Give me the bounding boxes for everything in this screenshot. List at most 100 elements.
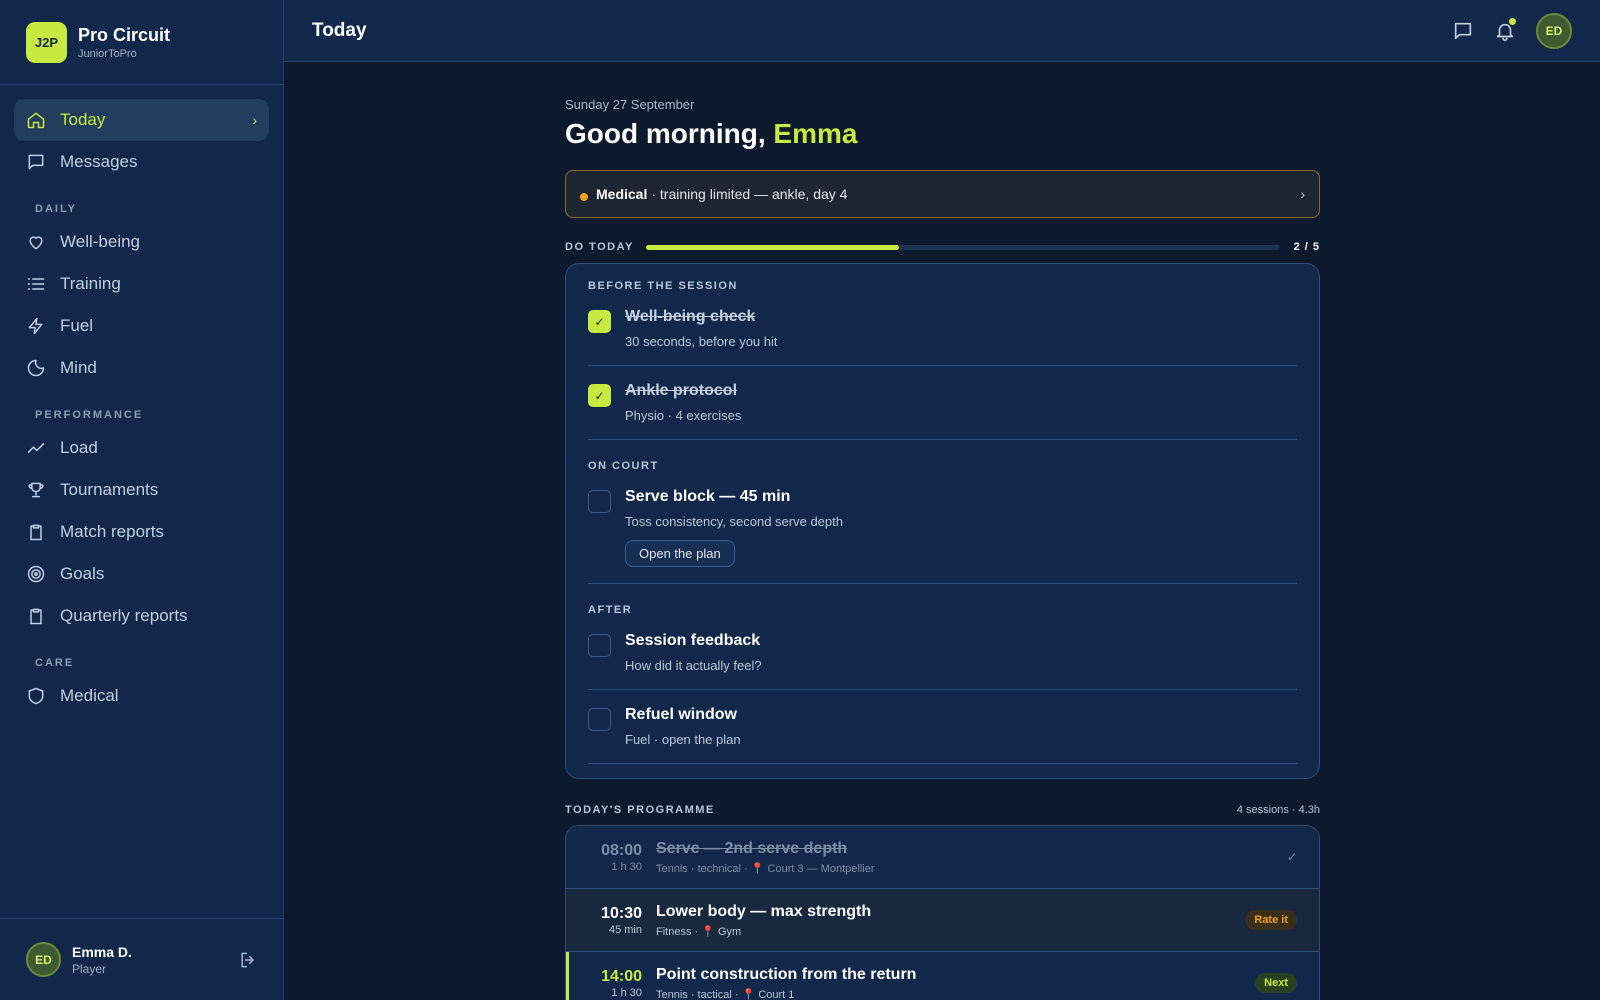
user-name: Emma D. [72,943,132,960]
top-avatar[interactable]: ED [1536,12,1572,49]
task-subtitle: Fuel · open the plan [625,732,741,747]
bell-icon[interactable] [1494,17,1516,42]
session-row[interactable]: 10:30 45 min Lower body — max strength F… [566,889,1319,952]
section-label-performance: PERFORMANCE [35,409,144,421]
sidebar: J2P Pro Circuit JuniorToPro Today › Mess… [0,0,284,1000]
open-plan-button[interactable]: Open the plan [625,540,735,567]
task-ankle-protocol[interactable]: ✓ Ankle protocol Physio · 4 exercises [588,382,1297,440]
list-icon [26,274,46,294]
task-subtitle: How did it actually feel? [625,658,762,673]
sidebar-item-label: Messages [60,152,138,171]
progress-fill [645,244,900,250]
sidebar-item-label: Fuel [60,316,94,335]
sidebar-item-fuel[interactable]: Fuel [14,305,269,347]
session-time: 10:30 45 min [592,905,642,936]
task-session-feedback[interactable]: Session feedback How did it actually fee… [588,632,1297,690]
task-subtitle: Toss consistency, second serve depth [625,514,843,529]
sidebar-item-training[interactable]: Training [14,263,269,305]
sidebar-item-goals[interactable]: Goals [14,553,269,595]
session-title: Point construction from the return [656,965,917,983]
programme-list: 08:00 1 h 30 Serve — 2nd serve depth Ten… [565,825,1320,1000]
task-checkbox[interactable]: ✓ [588,310,611,333]
task-title: Session feedback [625,632,761,649]
task-refuel-window[interactable]: Refuel window Fuel · open the plan [588,706,1297,764]
programme-title: TODAY'S PROGRAMME [565,804,715,816]
sidebar-item-quarterly-reports[interactable]: Quarterly reports [14,595,269,637]
sidebar-item-label: Medical [60,686,119,705]
notification-dot [1509,17,1516,25]
session-clock: 10:30 [601,904,642,922]
session-subtitle: Fitness · 📍 Gym [656,925,742,938]
greeting-text: Good morning, [565,118,766,149]
sidebar-item-load[interactable]: Load [14,427,269,469]
session-title: Serve — 2nd serve depth [656,839,848,857]
group-label-court: ON COURT [588,460,659,472]
main-content: Sunday 27 September Good morning, Emma M… [565,62,1320,1000]
heart-icon [26,232,46,252]
task-subtitle: 30 seconds, before you hit [625,334,778,349]
sidebar-item-label: Match reports [60,522,164,541]
session-row[interactable]: 14:00 1 h 30 Point construction from the… [566,952,1319,1000]
chevron-right-icon: › [252,112,257,128]
progress-count: 2 / 5 [1293,241,1320,253]
programme-header: TODAY'S PROGRAMME 4 sessions · 4.3h [565,804,1320,816]
brand-subtitle: JuniorToPro [78,47,137,60]
moon-icon [26,358,46,378]
todo-progress: DO TODAY 2 / 5 [565,240,1320,254]
sidebar-item-today[interactable]: Today › [14,99,269,141]
check-icon: ✓ [1286,850,1297,864]
progress-bar [645,244,1280,250]
session-subtitle: Tennis · tactical · 📍 Court 1 [656,988,795,1000]
trend-icon [26,438,46,458]
clipboard-icon [26,606,46,626]
alert-label: Medical [596,186,648,202]
task-body: Well-being check 30 seconds, before you … [625,308,778,349]
session-clock: 14:00 [601,967,642,985]
task-checkbox[interactable] [588,708,611,731]
sidebar-item-label: Goals [60,564,105,583]
target-icon [26,564,46,584]
task-title: Refuel window [625,706,737,723]
sidebar-item-medical[interactable]: Medical [14,675,269,717]
sidebar-item-wellbeing[interactable]: Well-being [14,221,269,263]
task-subtitle: Physio · 4 exercises [625,408,742,423]
sidebar-item-mind[interactable]: Mind [14,347,269,389]
clipboard-icon [26,522,46,542]
session-row[interactable]: 08:00 1 h 30 Serve — 2nd serve depth Ten… [566,826,1319,889]
task-serve-block[interactable]: Serve block — 45 min Toss consistency, s… [588,488,1297,584]
session-duration: 1 h 30 [611,986,642,999]
brand[interactable]: J2P Pro Circuit JuniorToPro [0,0,283,85]
task-checkbox[interactable]: ✓ [588,384,611,407]
task-checkbox[interactable] [588,490,611,513]
medical-alert[interactable]: Medical · training limited — ankle, day … [565,170,1320,218]
message-icon [26,152,46,172]
sidebar-item-tournaments[interactable]: Tournaments [14,469,269,511]
avatar[interactable]: ED [26,942,61,977]
section-label-care: CARE [35,657,75,669]
sidebar-item-label: Tournaments [60,480,159,499]
group-label-after: AFTER [588,604,633,616]
sidebar-item-label: Mind [60,358,97,377]
logout-icon[interactable] [238,950,258,970]
page-title: Today [312,19,367,41]
session-time: 14:00 1 h 30 [592,968,642,999]
session-subtitle: Tennis · technical · 📍 Court 3 — Montpel… [656,862,875,875]
greeting: Good morning, Emma [565,118,1320,150]
messages-icon[interactable] [1452,20,1474,42]
task-body: Session feedback How did it actually fee… [625,632,762,673]
top-actions: ED [1452,12,1572,49]
task-checkbox[interactable] [588,634,611,657]
session-duration: 1 h 30 [611,860,642,873]
task-wellbeing-check[interactable]: ✓ Well-being check 30 seconds, before yo… [588,308,1297,366]
sidebar-item-label: Quarterly reports [60,606,188,625]
bolt-icon [26,316,46,336]
sidebar-nav: Today › Messages DAILY Well-being Traini… [0,85,283,717]
user-profile: ED Emma D. Player [0,918,284,1000]
rate-it-badge[interactable]: Rate it [1245,910,1297,930]
next-badge: Next [1255,973,1297,993]
sidebar-item-messages[interactable]: Messages [14,141,269,183]
sidebar-item-match-reports[interactable]: Match reports [14,511,269,553]
session-body: Point construction from the return Tenni… [656,966,916,1000]
group-label-before: BEFORE THE SESSION [588,280,738,292]
chevron-right-icon: › [1300,186,1305,202]
